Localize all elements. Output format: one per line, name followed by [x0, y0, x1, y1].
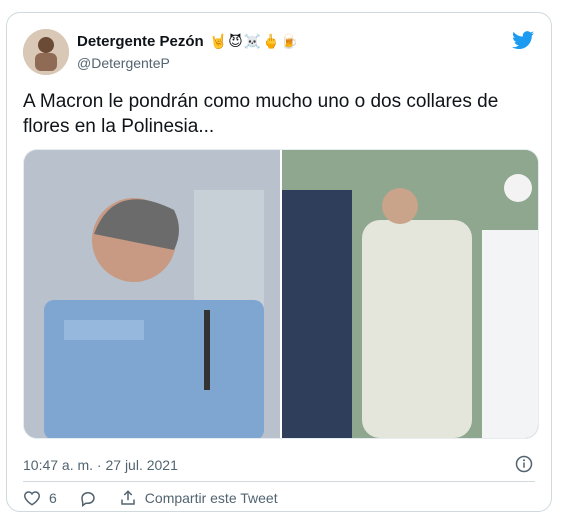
tweet-text: A Macron le pondrán como mucho uno o dos…	[23, 91, 499, 137]
media-image-right[interactable]	[282, 150, 538, 438]
tweet-card[interactable]: Detergente Pezón 🤘😈☠️🖕🍺 @DetergenteP A M…	[6, 12, 552, 512]
author-handle[interactable]: @DetergenteP	[77, 55, 170, 71]
avatar-image	[23, 29, 69, 75]
author-display-name[interactable]: Detergente Pezón	[77, 33, 204, 50]
author-row: Detergente Pezón 🤘😈☠️🖕🍺	[77, 33, 299, 50]
author-emojis: 🤘😈☠️🖕🍺	[209, 33, 300, 49]
ceremony-illustration	[282, 150, 538, 438]
reply-icon	[81, 491, 95, 507]
like-count: 6	[49, 490, 57, 506]
portrait-illustration	[24, 150, 280, 438]
avatar[interactable]	[23, 29, 69, 75]
twitter-bird-icon	[512, 31, 534, 50]
heart-icon	[24, 491, 40, 506]
share-action[interactable]: Compartir este Tweet	[119, 489, 278, 507]
tweet-media[interactable]	[23, 149, 539, 439]
divider	[23, 481, 535, 482]
share-icon	[121, 490, 135, 505]
info-icon[interactable]	[515, 455, 533, 473]
media-image-left[interactable]	[24, 150, 280, 438]
like-action[interactable]: 6	[23, 489, 57, 507]
reply-action[interactable]	[79, 489, 97, 507]
share-label: Compartir este Tweet	[144, 490, 278, 506]
tweet-actions: 6 Compartir este Tweet	[23, 489, 278, 507]
tweet-timestamp[interactable]: 10:47 a. m. · 27 jul. 2021	[23, 457, 178, 473]
